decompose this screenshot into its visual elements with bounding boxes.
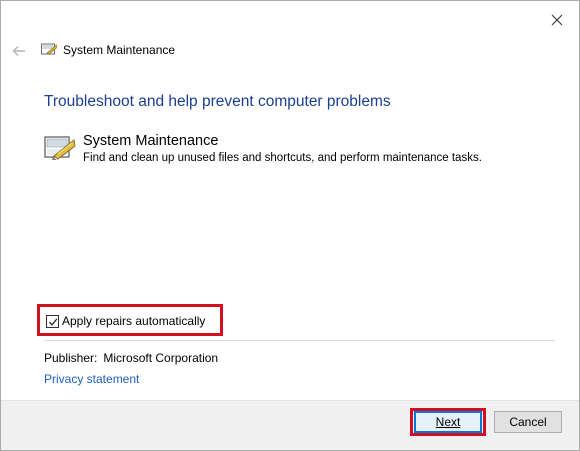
apply-repairs-highlight[interactable]: Apply repairs automatically [37,304,223,336]
cancel-button-label: Cancel [509,415,547,429]
title-bar: System Maintenance [1,35,579,67]
close-button[interactable] [543,7,571,33]
back-button[interactable] [9,41,29,61]
apply-repairs-checkbox[interactable] [46,315,59,328]
checkmark-icon [48,318,57,326]
next-button-label: Next [435,415,461,429]
system-maintenance-icon [41,43,57,55]
troubleshooter-description: Find and clean up unused files and short… [83,152,482,164]
publisher-label: Publisher: [44,351,98,365]
publisher-value: Microsoft Corporation [103,351,219,365]
next-button[interactable]: Next [414,411,482,433]
troubleshooter-window: System Maintenance Troubleshoot and help… [0,0,580,451]
troubleshooter-name: System Maintenance [83,133,219,149]
footer-bar: Next Cancel [1,400,579,450]
system-maintenance-icon [44,136,76,160]
publisher-info: Publisher: Microsoft Corporation [44,351,218,365]
window-title: System Maintenance [63,43,176,57]
troubleshooter-item: System Maintenance Find and clean up unu… [44,132,564,172]
close-icon [551,14,563,26]
cancel-button[interactable]: Cancel [494,411,562,433]
apply-repairs-label[interactable]: Apply repairs automatically [62,314,205,328]
page-heading: Troubleshoot and help prevent computer p… [44,93,391,110]
back-arrow-icon [12,46,25,56]
divider [44,340,555,341]
next-button-highlight: Next [410,408,486,436]
privacy-statement-link[interactable]: Privacy statement [44,372,139,386]
